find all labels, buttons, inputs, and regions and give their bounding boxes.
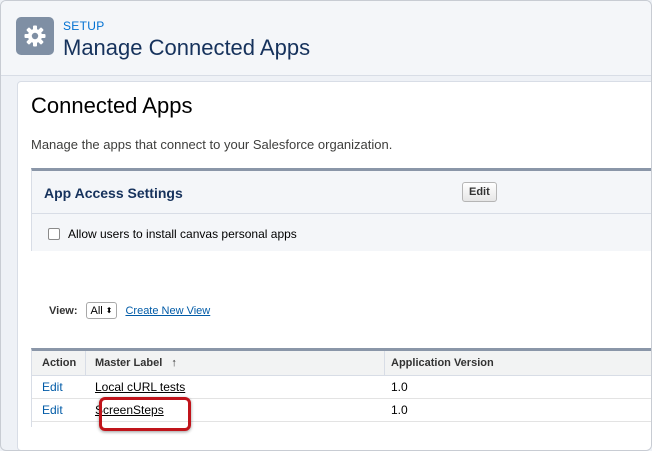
highlight-annotation (99, 397, 191, 431)
column-divider (384, 351, 385, 375)
view-select[interactable]: All ⬍ (85, 302, 118, 319)
view-select-value: All (90, 304, 103, 317)
row-edit-link[interactable]: Edit (42, 403, 63, 417)
app-label-link[interactable]: Local cURL tests (95, 380, 185, 394)
page-header: SETUP Manage Connected Apps (1, 1, 651, 76)
app-window: SETUP Manage Connected Apps Connected Ap… (0, 0, 652, 451)
column-master-label-text: Master Label (95, 357, 163, 369)
edit-settings-button[interactable]: Edit (462, 182, 497, 202)
gear-icon (24, 25, 46, 47)
row-edit-link[interactable]: Edit (42, 380, 63, 394)
select-arrows-icon: ⬍ (105, 306, 113, 315)
create-new-view-link[interactable]: Create New View (125, 305, 210, 317)
sort-ascending-icon: ↑ (171, 357, 177, 369)
checkbox-label: Allow users to install canvas personal a… (68, 227, 297, 241)
section-title: App Access Settings (44, 185, 183, 201)
column-master-label[interactable]: Master Label ↑ (95, 357, 177, 369)
app-version: 1.0 (391, 403, 408, 417)
page-header-title: Manage Connected Apps (63, 35, 311, 60)
column-application-version: Application Version (391, 357, 494, 369)
connected-apps-table: Action Master Label ↑ Application Versio… (31, 348, 651, 431)
table-header: Action Master Label ↑ Application Versio… (32, 351, 651, 376)
table-row: Edit Local cURL tests 1.0 (32, 376, 651, 399)
canvas-apps-setting: Allow users to install canvas personal a… (48, 227, 297, 241)
app-version: 1.0 (391, 380, 408, 394)
column-divider (85, 351, 86, 375)
view-filter: View: All ⬍ Create New View (49, 302, 210, 319)
column-action: Action (42, 357, 77, 369)
section-header: App Access Settings Edit (32, 171, 651, 214)
view-label: View: (49, 304, 78, 317)
app-access-settings-section: App Access Settings Edit Allow users to … (31, 168, 651, 251)
canvas-apps-checkbox[interactable] (48, 228, 60, 240)
content-card: Connected Apps Manage the apps that conn… (17, 81, 651, 450)
page-title: Connected Apps (31, 93, 193, 118)
breadcrumb-setup[interactable]: SETUP (63, 19, 105, 33)
page-description: Manage the apps that connect to your Sal… (31, 137, 393, 152)
setup-badge (16, 17, 54, 55)
